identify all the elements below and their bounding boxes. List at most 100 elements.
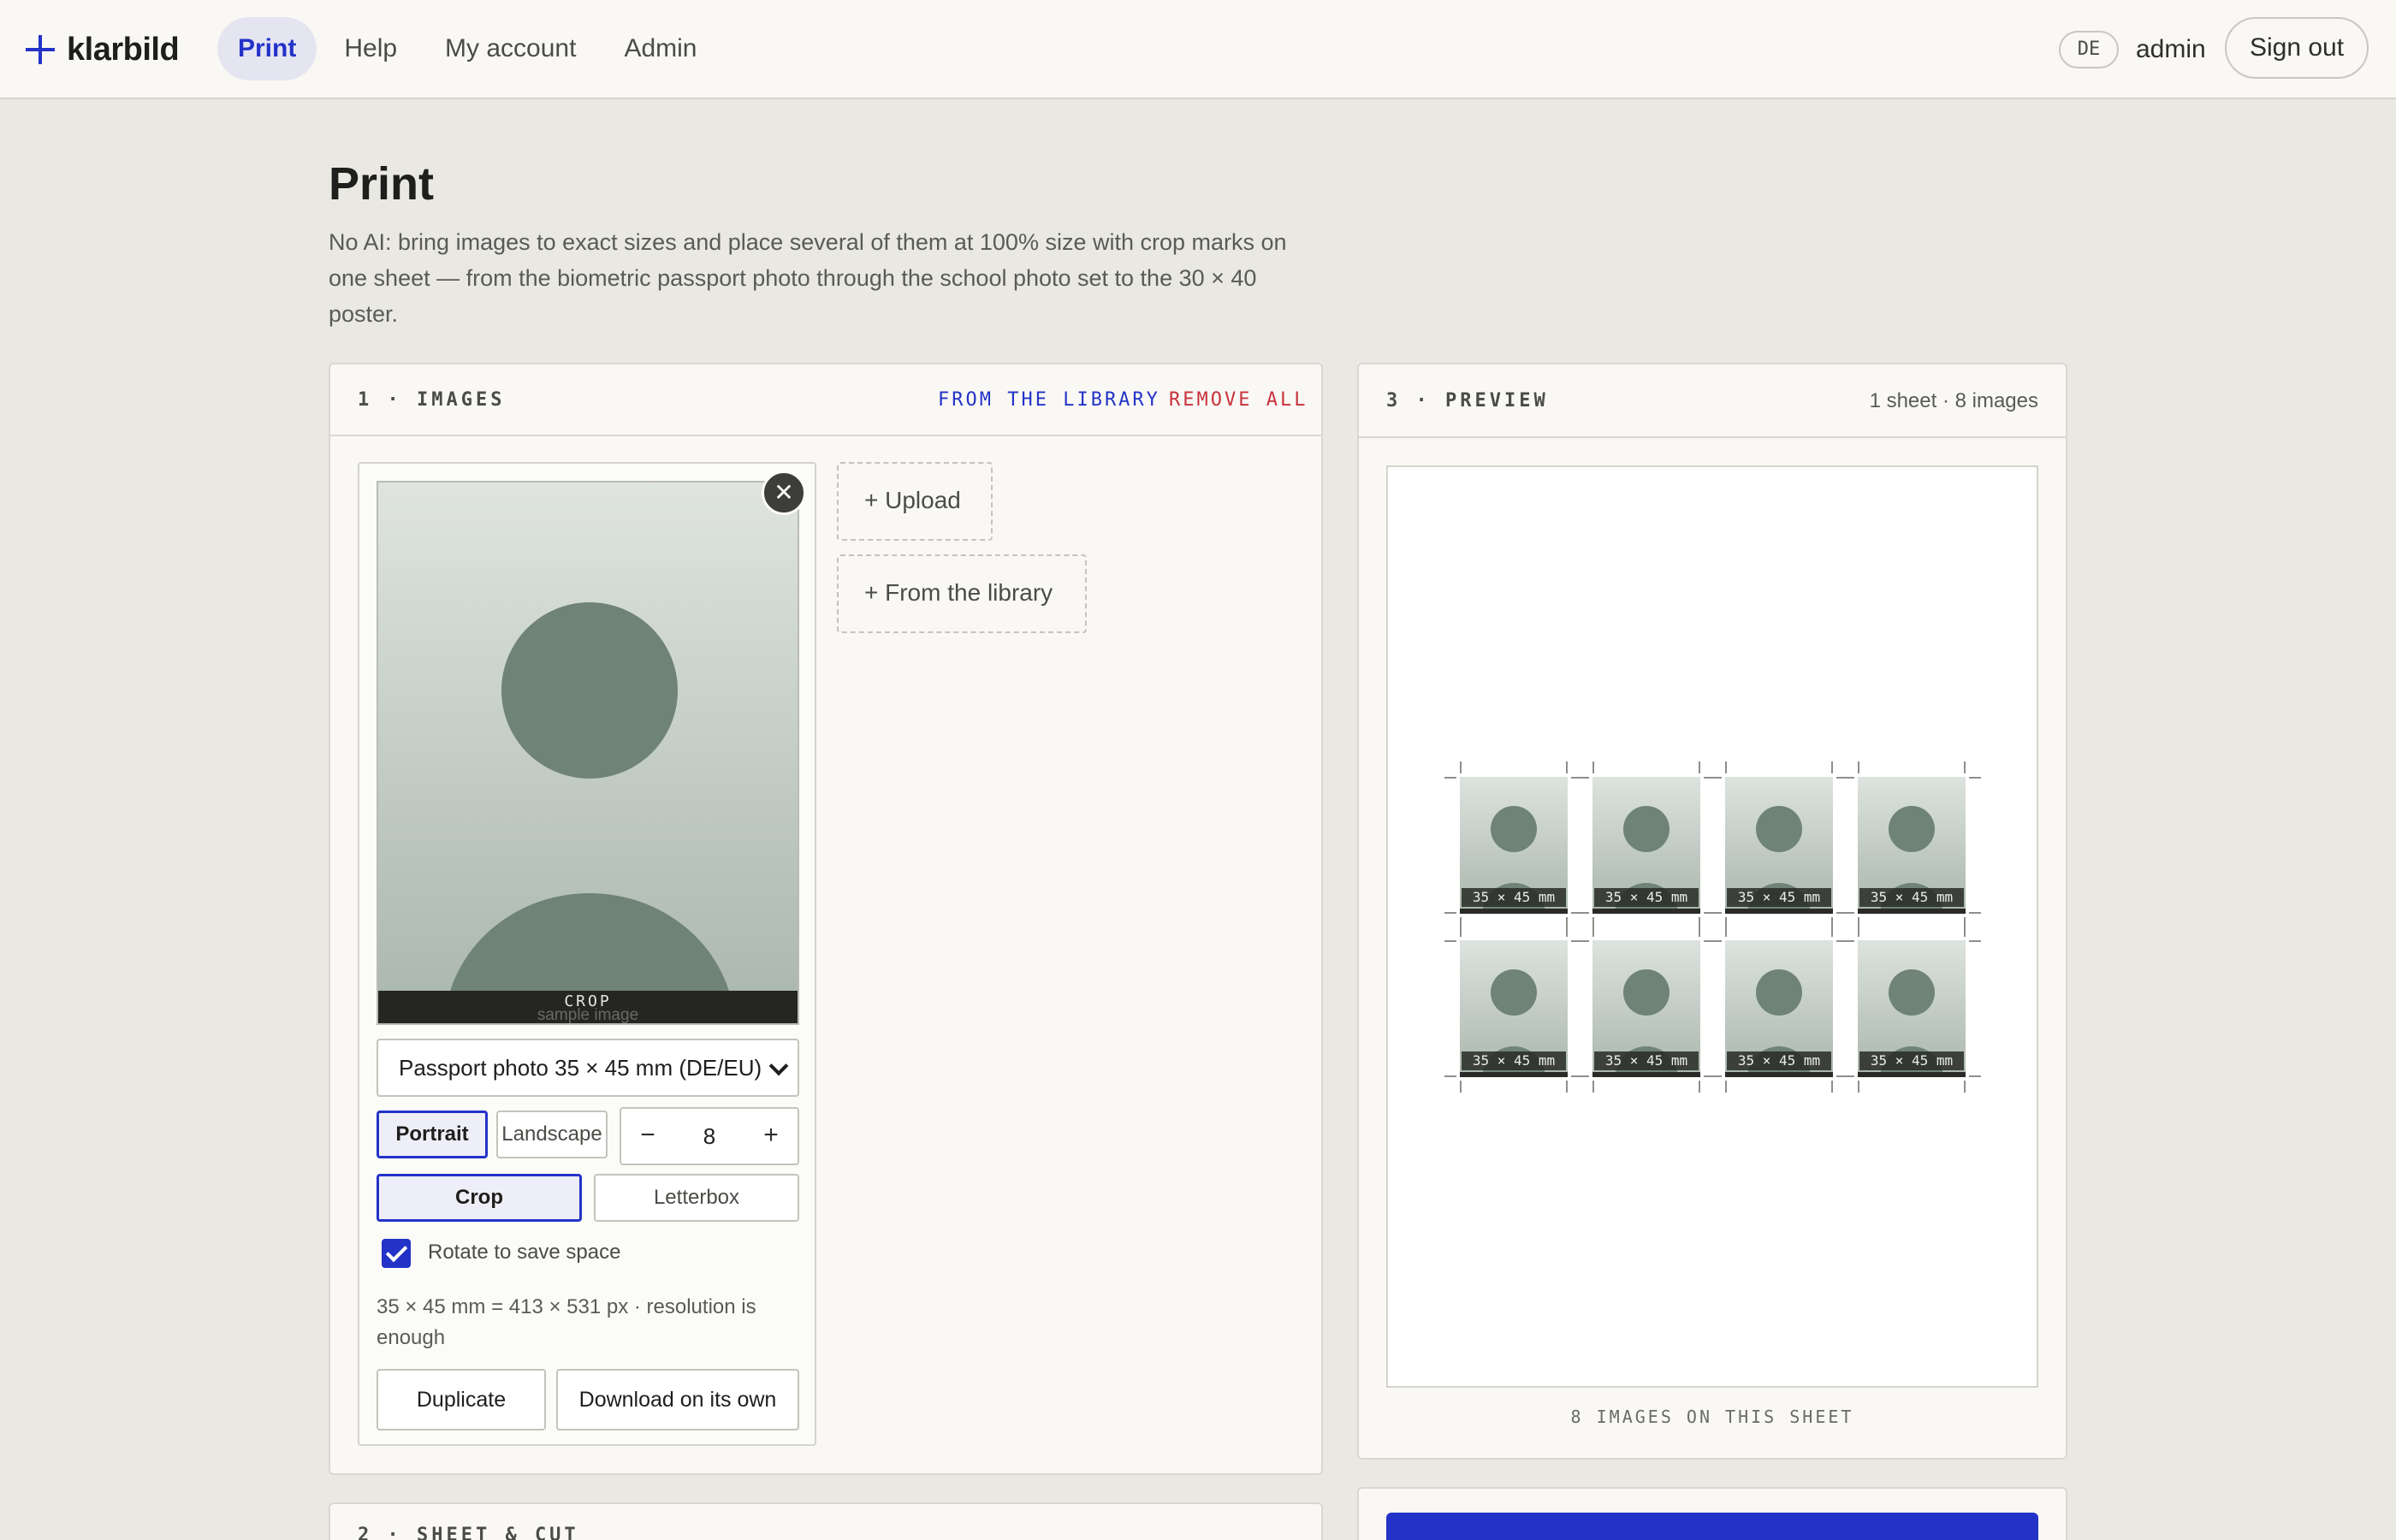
photo-head-shape: [1756, 806, 1802, 852]
quantity-decrement-button[interactable]: −: [626, 1109, 669, 1164]
sheet-photo: 35 × 45 mm: [1592, 777, 1700, 914]
photo-size-label: 35 × 45 mm: [1594, 1051, 1699, 1070]
crop-mark: [1842, 940, 1854, 942]
photo-bottom-band: [1460, 909, 1568, 914]
print-sheet-preview: 35 × 45 mm 35 × 45 mm 35 × 45 mm 35 × 45 mm…: [1386, 465, 2038, 1388]
rotate-checkbox-label: Rotate to save space: [428, 1241, 621, 1264]
crop-mark: [1592, 925, 1594, 937]
crop-overlay[interactable]: sample image CROP: [378, 991, 798, 1023]
photo-head-shape: [1889, 969, 1935, 1016]
crop-mark: [1577, 912, 1589, 914]
photo-bottom-band: [1725, 909, 1833, 914]
crop-mark: [1710, 777, 1722, 779]
photo-bottom-band: [1592, 1072, 1700, 1077]
photo-bottom-band: [1858, 909, 1966, 914]
crop-mark: [1577, 940, 1589, 942]
images-panel-header: 1 · IMAGES FROM THE LIBRARY REMOVE ALL: [330, 364, 1321, 436]
photo-size-label: 35 × 45 mm: [1462, 1051, 1566, 1070]
sample-portrait-icon: [444, 602, 735, 1023]
download-single-button[interactable]: Download on its own: [556, 1369, 799, 1430]
crop-mark: [1710, 912, 1722, 914]
crop-mark: [1831, 925, 1833, 937]
letterbox-fit-button[interactable]: Letterbox: [594, 1174, 799, 1222]
photo-size-label: 35 × 45 mm: [1859, 888, 1964, 907]
crop-mark: [1842, 1075, 1854, 1077]
crop-mark: [1964, 761, 1966, 773]
crop-mark: [1710, 1075, 1722, 1077]
crop-mark: [1577, 777, 1589, 779]
page-title: Print: [329, 158, 435, 210]
landscape-button[interactable]: Landscape: [496, 1111, 608, 1158]
quantity-increment-button[interactable]: +: [750, 1109, 792, 1164]
crop-mark: [1699, 925, 1700, 937]
close-icon[interactable]: ✕: [762, 471, 806, 515]
crop-fit-button[interactable]: Crop: [377, 1174, 582, 1222]
format-select-value: Passport photo 35 × 45 mm (DE/EU): [399, 1055, 762, 1081]
crop-mark: [1725, 761, 1727, 773]
quantity-value[interactable]: 8: [673, 1109, 746, 1164]
format-select[interactable]: Passport photo 35 × 45 mm (DE/EU): [377, 1039, 799, 1097]
top-bar: klarbild Print Help My account Admin DE …: [0, 0, 2396, 99]
sheet-photo: 35 × 45 mm: [1858, 940, 1966, 1077]
photo-head-shape: [1623, 969, 1669, 1016]
image-thumbnail[interactable]: sample image CROP: [377, 481, 799, 1025]
photo-head-shape: [1491, 806, 1537, 852]
crop-mark: [1699, 1081, 1700, 1093]
crop-mark: [1460, 925, 1462, 937]
logo[interactable]: klarbild: [26, 26, 180, 74]
photo-size-label: 35 × 45 mm: [1727, 1051, 1831, 1070]
image-card: sample image CROP ✕ Passport photo 35 × …: [358, 462, 816, 1446]
language-toggle[interactable]: DE: [2059, 31, 2119, 68]
nav-my-account[interactable]: My account: [424, 17, 596, 80]
crop-mark: [1858, 1081, 1859, 1093]
crop-mark: [1444, 912, 1456, 914]
crop-mark: [1444, 1075, 1456, 1077]
crop-mark: [1460, 1081, 1462, 1093]
preview-panel-title: 3 · PREVIEW: [1386, 390, 1549, 412]
rotate-checkbox[interactable]: [382, 1239, 411, 1268]
crop-mark: [1699, 761, 1700, 773]
photo-size-label: 35 × 45 mm: [1462, 888, 1566, 907]
sheet-photo: 35 × 45 mm: [1725, 940, 1833, 1077]
preview-panel-header: 3 · PREVIEW 1 sheet · 8 images: [1359, 364, 2066, 438]
photo-bottom-band: [1592, 909, 1700, 914]
nav-admin[interactable]: Admin: [603, 17, 717, 80]
resolution-info: 35 × 45 mm = 413 × 531 px · resolution i…: [377, 1295, 756, 1349]
crop-mark: [1566, 761, 1568, 773]
photo-size-label: 35 × 45 mm: [1594, 888, 1699, 907]
crop-mark: [1592, 761, 1594, 773]
nav-print[interactable]: Print: [217, 17, 317, 80]
crop-mark: [1858, 925, 1859, 937]
sign-out-button[interactable]: Sign out: [2225, 17, 2369, 79]
crop-mark: [1964, 925, 1966, 937]
chevron-down-icon: [768, 1056, 789, 1076]
photo-head-shape: [1623, 806, 1669, 852]
duplicate-button[interactable]: Duplicate: [377, 1369, 546, 1430]
page-description: No AI: bring images to exact sizes and p…: [329, 229, 1287, 327]
from-library-link[interactable]: FROM THE LIBRARY: [938, 364, 1160, 436]
crop-mark: [1842, 777, 1854, 779]
photo-size-label: 35 × 45 mm: [1859, 1051, 1964, 1070]
portrait-button[interactable]: Portrait: [377, 1111, 488, 1158]
nav-help[interactable]: Help: [323, 17, 418, 80]
sheet-photo: 35 × 45 mm: [1460, 777, 1568, 914]
crop-mark: [1592, 1081, 1594, 1093]
images-panel-title: 1 · IMAGES: [358, 389, 506, 411]
crop-mark: [1566, 1081, 1568, 1093]
logo-text: klarbild: [67, 31, 180, 68]
crop-mark: [1831, 761, 1833, 773]
print-action-button[interactable]: [1386, 1513, 2038, 1540]
crop-mark: [1969, 940, 1981, 942]
crop-mark: [1969, 777, 1981, 779]
remove-all-link[interactable]: REMOVE ALL: [1169, 364, 1308, 436]
photo-head-shape: [1889, 806, 1935, 852]
crop-label: CROP: [564, 992, 612, 1010]
sheet-photo: 35 × 45 mm: [1858, 777, 1966, 914]
quantity-stepper: − 8 +: [620, 1107, 799, 1165]
photo-bottom-band: [1858, 1072, 1966, 1077]
crop-mark: [1460, 761, 1462, 773]
plus-logo-icon: [26, 35, 55, 64]
crop-mark: [1969, 1075, 1981, 1077]
from-library-button[interactable]: + From the library: [837, 554, 1087, 633]
upload-button[interactable]: + Upload: [837, 462, 993, 541]
